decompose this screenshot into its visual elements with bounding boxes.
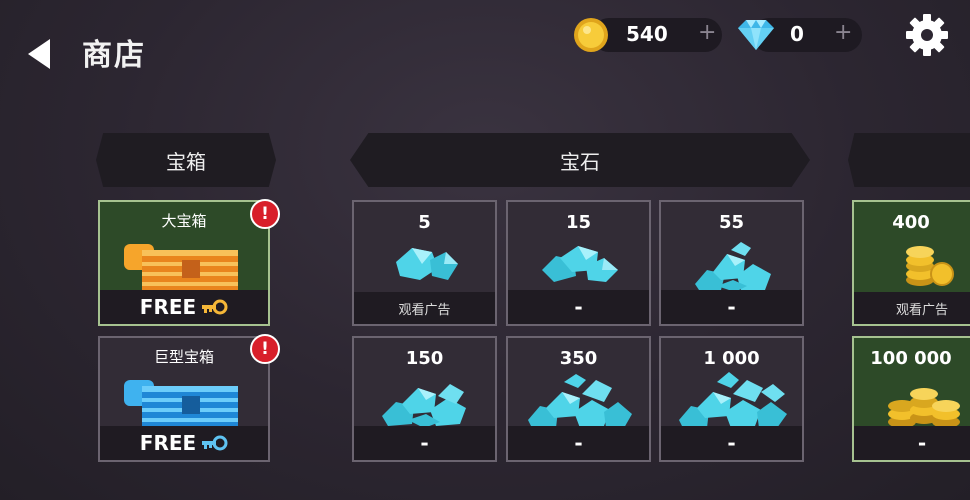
key-icon — [202, 435, 228, 451]
gem-pack-55[interactable]: 55 - — [659, 200, 804, 326]
price-label: - — [508, 290, 649, 324]
section-header-gems: 宝石 — [350, 133, 810, 187]
coin-stack-icon — [906, 246, 954, 286]
page-title: 商店 — [82, 38, 146, 73]
add-gems-button[interactable]: + — [834, 20, 852, 45]
coin-count: 540 — [626, 22, 668, 46]
blue-chest-icon — [124, 380, 238, 430]
gem-pile-icon — [528, 374, 632, 428]
gem-amount: 1 000 — [703, 348, 760, 369]
add-coins-button[interactable]: + — [698, 20, 716, 45]
coin-amount: 100 000 — [870, 348, 952, 369]
section-header-chests: 宝箱 — [96, 133, 276, 187]
price-label: - — [508, 426, 649, 460]
gem-pile-icon — [396, 248, 458, 280]
key-icon — [202, 299, 228, 315]
watch-ad-label: 观看广告 — [854, 292, 970, 324]
gear-icon — [906, 14, 948, 56]
coin-icon — [572, 16, 610, 54]
gem-amount: 5 — [418, 212, 431, 233]
section-header-coins — [848, 133, 970, 187]
coin-amount: 400 — [892, 212, 930, 233]
gem-count: 0 — [790, 22, 804, 46]
chest-alert-badge: ! — [250, 199, 280, 229]
gem-pile-icon — [679, 372, 787, 428]
gem-amount: 350 — [559, 348, 598, 369]
coin-pile-icon — [888, 388, 960, 428]
gem-pack-150[interactable]: 150 - — [352, 336, 497, 462]
gem-amount: 150 — [405, 348, 444, 369]
gem-pack-1000[interactable]: 1 000 - — [659, 336, 804, 462]
gem-pack-350[interactable]: 350 - — [506, 336, 651, 462]
chest-name: 大宝箱 — [161, 212, 207, 230]
watch-ad-label: 观看广告 — [354, 292, 495, 324]
gem-pack-5[interactable]: 5 观看广告 — [352, 200, 497, 326]
back-button[interactable] — [22, 36, 56, 72]
price-label: - — [354, 426, 495, 460]
gem-pile-icon — [382, 384, 466, 428]
orange-chest-icon — [124, 244, 238, 294]
diamond-icon — [734, 18, 778, 52]
gem-amount: 55 — [718, 212, 745, 233]
coin-pack-100000[interactable]: 100 000 - — [852, 336, 970, 462]
chest-name: 巨型宝箱 — [153, 348, 214, 366]
coin-pack-400[interactable]: 400 观看广告 — [852, 200, 970, 326]
chest-alert-badge: ! — [250, 334, 280, 364]
chest-price: FREE — [100, 426, 268, 460]
chest-card-giant[interactable]: 巨型宝箱 FREE — [98, 336, 270, 462]
back-arrow-icon — [28, 39, 50, 69]
gem-amount: 15 — [565, 212, 592, 233]
settings-button[interactable] — [904, 12, 950, 58]
gem-pile-icon — [695, 242, 771, 292]
price-label: - — [661, 426, 802, 460]
price-label: - — [854, 426, 970, 460]
chest-card-large[interactable]: 大宝箱 FREE — [98, 200, 270, 326]
chest-price: FREE — [100, 290, 268, 324]
gem-pile-icon — [542, 246, 618, 282]
price-label: - — [661, 290, 802, 324]
gem-pack-15[interactable]: 15 - — [506, 200, 651, 326]
